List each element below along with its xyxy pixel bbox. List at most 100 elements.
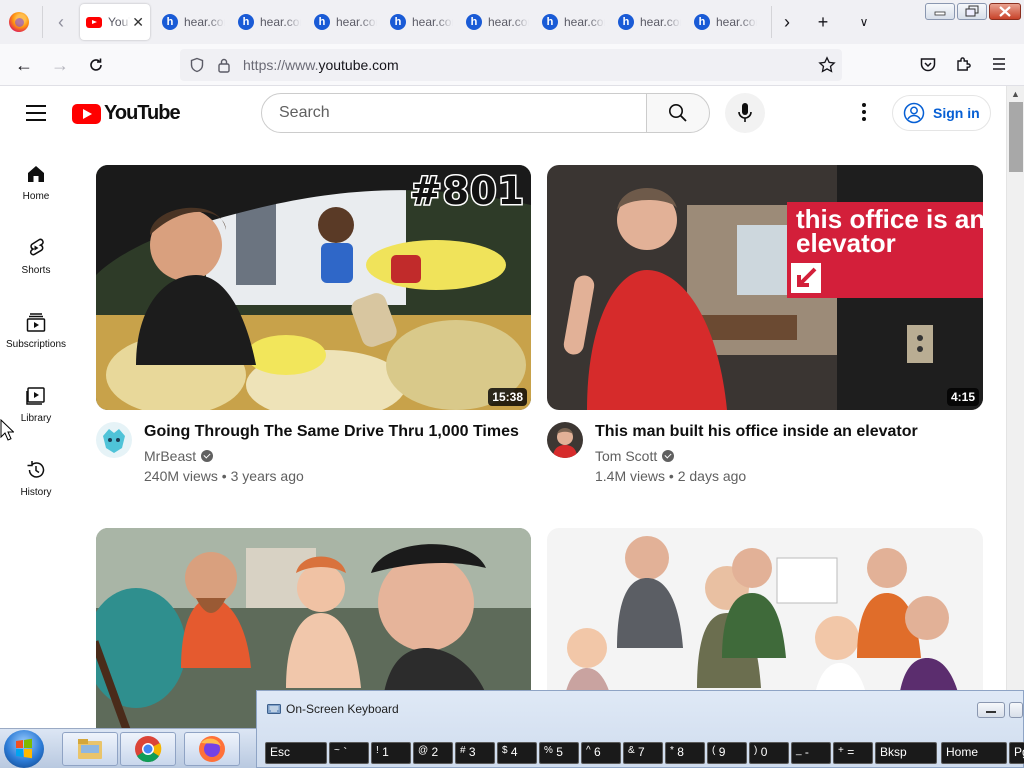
channel-avatar[interactable] (547, 422, 583, 458)
video-title[interactable]: This man built his office inside an elev… (595, 423, 918, 441)
key-minus[interactable]: _ - (791, 742, 831, 764)
reload-icon[interactable] (84, 53, 108, 77)
sign-in-button[interactable]: Sign in (892, 95, 991, 131)
video-thumbnail[interactable]: #801 15:38 (96, 165, 531, 410)
tab-hear[interactable]: h hear.com (156, 4, 231, 40)
guide-item-subscriptions[interactable]: Subscriptions (0, 311, 72, 350)
close-tab-icon[interactable]: ✕ (132, 14, 144, 31)
channel-name-text: MrBeast (144, 448, 197, 464)
start-button[interactable] (4, 730, 44, 768)
tabs-scroll-left-icon[interactable]: ‹ (50, 11, 72, 33)
lock-icon[interactable] (217, 57, 231, 73)
restore-window-button[interactable] (957, 3, 987, 20)
page-scrollbar[interactable]: ▲ (1006, 86, 1024, 690)
hear-favicon-icon: h (542, 14, 558, 30)
tab-hear[interactable]: h hear.com (688, 4, 763, 40)
key-equals[interactable]: + = (833, 742, 873, 764)
osk-title: On-Screen Keyboard (286, 702, 399, 716)
guide-item-label: Home (22, 191, 50, 202)
navigation-toolbar: ← → https://www.youtube.com (0, 44, 1024, 86)
minimize-window-button[interactable] (925, 3, 955, 20)
list-all-tabs-chevron-down-icon[interactable]: ∨ (853, 11, 875, 33)
key-1[interactable]: ! 1 (371, 742, 411, 764)
tab-hear[interactable]: h hear.com (536, 4, 611, 40)
key-4[interactable]: $ 4 (497, 742, 537, 764)
mouse-cursor-icon (0, 419, 14, 441)
tabs-scroll-right-icon[interactable]: › (776, 11, 798, 33)
tab-youtube[interactable]: YouTube ✕ (80, 4, 150, 40)
osk-maximize-button[interactable] (1009, 702, 1023, 718)
hear-favicon-icon: h (390, 14, 406, 30)
settings-more-vertical-icon[interactable] (856, 103, 872, 123)
extensions-puzzle-icon[interactable] (955, 55, 973, 73)
new-tab-icon[interactable]: + (812, 11, 834, 33)
video-duration: 4:15 (946, 388, 979, 406)
guide-item-home[interactable]: Home (0, 163, 72, 202)
youtube-favicon-icon (86, 16, 102, 28)
key-shift-label: * (670, 745, 674, 756)
search-input[interactable] (277, 103, 617, 123)
key-3[interactable]: # 3 (455, 742, 495, 764)
key-shift-label: _ (796, 745, 802, 756)
video-metadata: 240M views • 3 years ago (144, 468, 304, 484)
channel-name[interactable]: Tom Scott (595, 448, 675, 464)
key-9[interactable]: ( 9 (707, 742, 747, 764)
youtube-logo[interactable]: YouTube (72, 102, 181, 125)
taskbar-firefox[interactable] (184, 732, 240, 766)
tab-label: hear.com (488, 15, 529, 29)
search-button[interactable] (646, 93, 710, 133)
scrollbar-thumb[interactable] (1009, 102, 1023, 172)
close-window-button[interactable] (989, 3, 1021, 20)
osk-minimize-button[interactable] (977, 702, 1005, 718)
key-7[interactable]: & 7 (623, 742, 663, 764)
key-label: Esc (270, 745, 291, 759)
voice-search-button[interactable] (725, 93, 765, 133)
video-thumbnail[interactable]: this office is an elevator 4:15 (547, 165, 983, 410)
key-shift-label: ) (754, 745, 758, 756)
hear-favicon-icon: h (314, 14, 330, 30)
guide-menu-hamburger-icon[interactable] (26, 105, 46, 126)
firefox-view-icon[interactable] (9, 12, 29, 32)
key-5[interactable]: % 5 (539, 742, 579, 764)
key-label: 1 (382, 745, 389, 759)
key-label: - (804, 745, 809, 759)
forward-arrow-icon[interactable]: → (48, 53, 72, 77)
key-6[interactable]: ^ 6 (581, 742, 621, 764)
key-label: 5 (556, 745, 563, 759)
taskbar-windows-explorer[interactable] (62, 732, 118, 766)
back-arrow-icon[interactable]: ← (12, 53, 36, 77)
tab-hear[interactable]: h hear.com (308, 4, 383, 40)
key-label: 9 (718, 745, 726, 759)
channel-name[interactable]: MrBeast (144, 448, 214, 464)
tab-hear[interactable]: h hear.com (612, 4, 687, 40)
key-page-up[interactable]: Pg (1009, 742, 1024, 764)
search-box (261, 93, 647, 133)
taskbar-chrome[interactable] (120, 732, 176, 766)
sign-in-label: Sign in (933, 105, 980, 121)
bookmark-star-icon[interactable] (818, 56, 836, 74)
key-backspace[interactable]: Bksp (875, 742, 937, 764)
key-0[interactable]: ) 0 (749, 742, 789, 764)
tab-hear[interactable]: h hear.com (232, 4, 307, 40)
scroll-up-arrow-icon[interactable]: ▲ (1011, 89, 1020, 99)
tracking-protection-shield-icon[interactable] (189, 57, 205, 73)
key-backtick[interactable]: ~ ` (329, 742, 369, 764)
video-title[interactable]: Going Through The Same Drive Thru 1,000 … (144, 423, 519, 441)
app-menu-hamburger-icon[interactable] (991, 57, 1007, 71)
channel-avatar[interactable] (96, 422, 132, 458)
tab-hear[interactable]: h hear.com (384, 4, 459, 40)
key-label: 2 (431, 745, 439, 759)
url-text[interactable]: https://www.youtube.com (243, 57, 399, 73)
key-home[interactable]: Home (941, 742, 1007, 764)
tab-hear[interactable]: h hear.com (460, 4, 535, 40)
hear-favicon-icon: h (162, 14, 178, 30)
key-esc[interactable]: Esc (265, 742, 327, 764)
guide-item-history[interactable]: History (0, 459, 72, 498)
tab-label: hear.com (184, 15, 225, 29)
key-8[interactable]: * 8 (665, 742, 705, 764)
tab-label: hear.com (716, 15, 757, 29)
guide-item-shorts[interactable]: Shorts (0, 237, 72, 276)
key-2[interactable]: @ 2 (413, 742, 453, 764)
address-bar[interactable]: https://www.youtube.com (180, 49, 842, 81)
pocket-icon[interactable] (919, 56, 937, 74)
